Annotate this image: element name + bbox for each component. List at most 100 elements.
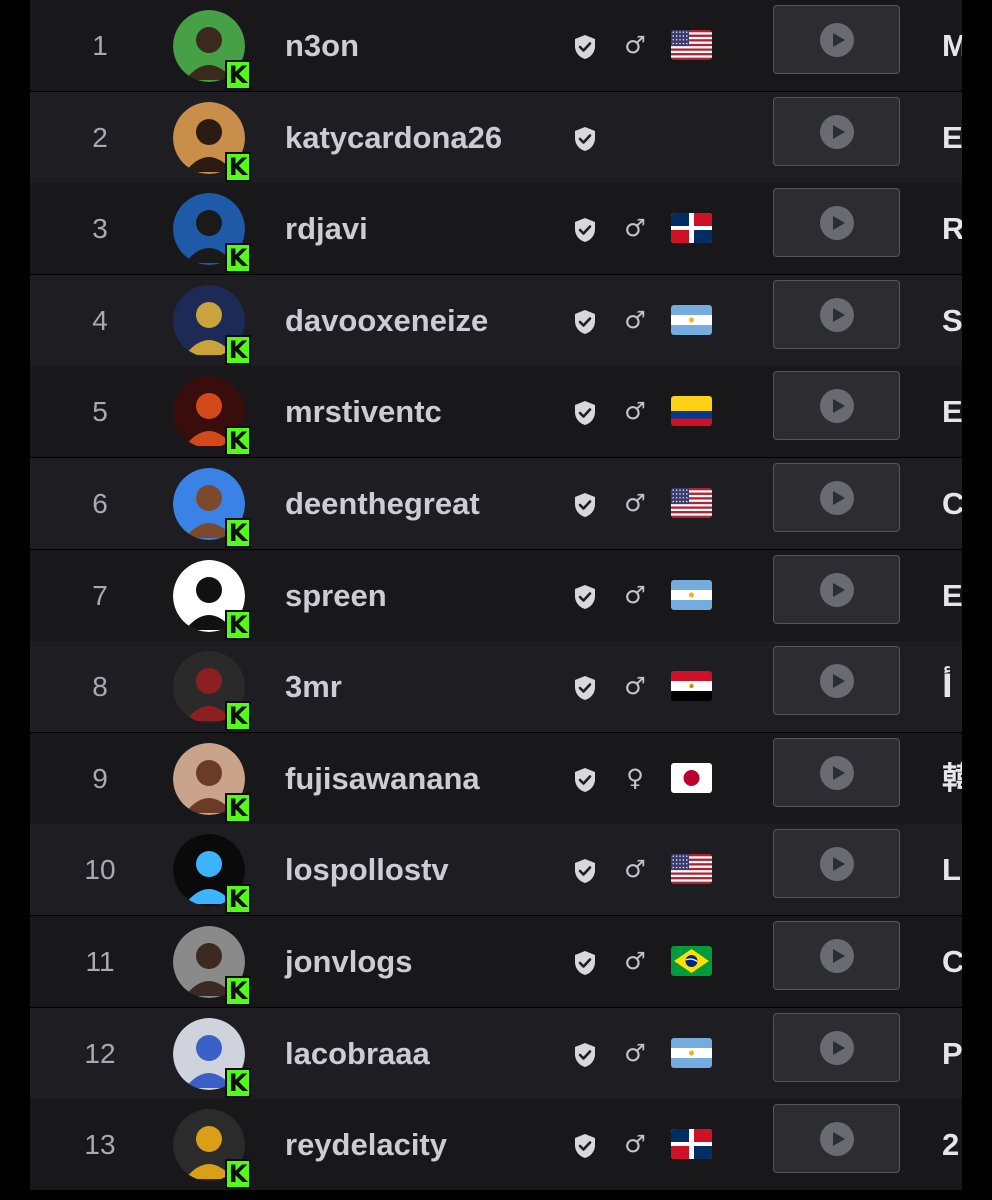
kick-logo-icon: K xyxy=(225,701,251,732)
table-row[interactable]: 13 Kreydelacity ♂ 2 xyxy=(30,1099,962,1191)
streamer-username[interactable]: n3on xyxy=(285,0,359,91)
table-row[interactable]: 4 Kdavooxeneize ♂ S xyxy=(30,274,962,366)
male-icon: ♂ xyxy=(624,855,646,884)
male-icon: ♂ xyxy=(624,1130,646,1159)
streamer-username[interactable]: spreen xyxy=(285,550,387,641)
shield-check-icon xyxy=(573,126,597,152)
male-icon: ♂ xyxy=(624,305,646,334)
kick-logo-icon: K xyxy=(225,426,251,457)
stream-preview-button[interactable] xyxy=(773,371,900,441)
kick-logo-icon: K xyxy=(225,1067,251,1098)
stream-category-text: E xyxy=(942,119,962,155)
kick-logo-icon: K xyxy=(225,1159,251,1190)
shield-check-icon xyxy=(573,858,597,884)
kick-logo-icon: K xyxy=(225,60,251,90)
kick-logo-icon: K xyxy=(225,243,251,274)
shield-check-icon xyxy=(573,950,597,976)
table-row[interactable]: 7 Kspreen ♂ E xyxy=(30,549,962,641)
stream-category-text: 2 xyxy=(942,1127,960,1163)
kick-logo-icon: K xyxy=(225,976,251,1006)
stream-category-text: E xyxy=(942,394,962,430)
rank-number: 11 xyxy=(85,946,115,977)
kick-logo-icon: K xyxy=(225,884,251,915)
stream-preview-button[interactable] xyxy=(773,737,900,807)
streamer-username[interactable]: davooxeneize xyxy=(285,275,488,366)
kick-logo-icon: K xyxy=(225,151,251,182)
rank-number: 5 xyxy=(92,396,108,428)
rank-number: 12 xyxy=(84,1037,116,1069)
shield-check-icon xyxy=(573,584,597,610)
streamer-username[interactable]: lospollostv xyxy=(285,824,449,915)
stream-preview-button[interactable] xyxy=(773,921,900,990)
stream-category-text: 韓 xyxy=(942,760,962,796)
rank-number: 4 xyxy=(92,304,108,336)
stream-preview-button[interactable] xyxy=(773,5,900,74)
stream-preview-button[interactable] xyxy=(773,829,900,899)
table-row[interactable]: 6 Kdeenthegreat ♂ C xyxy=(30,458,962,549)
table-row[interactable]: 1 Kn3on ♂ M xyxy=(30,0,962,91)
stream-category-text: أ xyxy=(942,669,953,705)
stream-preview-button[interactable] xyxy=(773,279,900,349)
country-flag-icon xyxy=(671,396,712,427)
kick-logo-icon: K xyxy=(225,518,251,548)
streamer-username[interactable]: fujisawanana xyxy=(285,733,480,824)
stream-category-text: M xyxy=(942,28,962,63)
male-icon: ♂ xyxy=(624,672,646,701)
stream-category-text: S xyxy=(942,302,962,338)
female-icon: ♀ xyxy=(626,763,644,792)
table-row[interactable]: 11 Kjonvlogs ♂ C xyxy=(30,916,962,1007)
rank-number: 1 xyxy=(92,30,108,61)
streamer-username[interactable]: katycardona26 xyxy=(285,92,502,183)
stream-category-text: C xyxy=(942,486,962,521)
male-icon: ♂ xyxy=(624,31,646,59)
rank-number: 8 xyxy=(92,671,108,703)
rank-number: 13 xyxy=(84,1129,116,1161)
country-flag-icon xyxy=(671,1129,712,1160)
country-flag-icon xyxy=(671,1037,712,1068)
table-row[interactable]: 10 Klospollostv ♂ L xyxy=(30,824,962,916)
rank-number: 2 xyxy=(92,121,108,153)
male-icon: ♂ xyxy=(624,214,646,243)
kick-logo-icon: K xyxy=(225,609,251,640)
shield-check-icon xyxy=(573,400,597,426)
table-row[interactable]: 2 Kkatycardona26 E xyxy=(30,91,962,183)
rank-number: 3 xyxy=(92,213,108,245)
streamer-username[interactable]: reydelacity xyxy=(285,1099,447,1190)
male-icon: ♂ xyxy=(624,580,646,609)
leaderboard-frame: 1 Kn3on ♂ M2 Kkatycardona26 E3 Krdjavi ♂… xyxy=(0,0,992,1200)
kick-logo-icon: K xyxy=(225,334,251,365)
shield-check-icon xyxy=(573,217,597,243)
stream-category-text: L xyxy=(942,852,961,888)
streamer-username[interactable]: jonvlogs xyxy=(285,916,412,1007)
shield-check-icon xyxy=(573,1133,597,1159)
shield-check-icon xyxy=(573,767,597,793)
shield-check-icon xyxy=(573,675,597,701)
stream-preview-button[interactable] xyxy=(773,96,900,166)
table-row[interactable]: 12 Klacobraaa ♂ P xyxy=(30,1007,962,1099)
streamer-username[interactable]: mrstiventc xyxy=(285,366,442,457)
stream-preview-button[interactable] xyxy=(773,1012,900,1082)
stream-preview-button[interactable] xyxy=(773,646,900,716)
streamer-username[interactable]: lacobraaa xyxy=(285,1008,430,1099)
streamer-username[interactable]: deenthegreat xyxy=(285,458,480,549)
male-icon: ♂ xyxy=(624,397,646,426)
country-flag-icon xyxy=(671,488,712,518)
stream-category-text: P xyxy=(942,1035,962,1071)
stream-category-text: R xyxy=(942,211,962,247)
country-flag-icon xyxy=(671,30,712,60)
streamer-username[interactable]: 3mr xyxy=(285,641,342,732)
stream-preview-button[interactable] xyxy=(773,188,900,258)
table-row[interactable]: 3 Krdjavi ♂ R xyxy=(30,183,962,275)
rank-number: 6 xyxy=(92,488,108,519)
stream-preview-button[interactable] xyxy=(773,1104,900,1174)
rank-number: 9 xyxy=(92,762,108,794)
stream-preview-button[interactable] xyxy=(773,554,900,624)
table-row[interactable]: 5 Kmrstiventc ♂ E xyxy=(30,366,962,458)
table-row[interactable]: 9 Kfujisawanana ♀ 韓 xyxy=(30,732,962,824)
stream-category-text: E xyxy=(942,577,962,613)
shield-check-icon xyxy=(573,492,597,518)
stream-preview-button[interactable] xyxy=(773,463,900,532)
streamer-leaderboard-table: 1 Kn3on ♂ M2 Kkatycardona26 E3 Krdjavi ♂… xyxy=(30,0,962,1200)
streamer-username[interactable]: rdjavi xyxy=(285,183,368,274)
table-row[interactable]: 8 K 3mr ♂ أ xyxy=(30,641,962,733)
